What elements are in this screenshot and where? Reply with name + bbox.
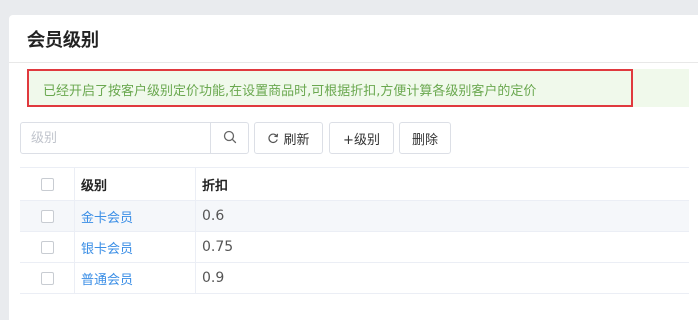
notice-text: 已经开启了按客户级别定价功能,在设置商品时,可根据折扣,方便计算各级别客户的定价: [43, 84, 537, 99]
discount-cell: 0.9: [202, 270, 225, 286]
row-checkbox[interactable]: [40, 209, 54, 223]
panel-header: 会员级别: [9, 15, 698, 63]
row-checkbox-cell: [20, 201, 75, 231]
discount-cell: 0.75: [202, 239, 234, 255]
refresh-icon: [267, 132, 279, 144]
row-checkbox[interactable]: [40, 240, 54, 254]
refresh-label: 刷新: [283, 132, 310, 148]
add-level-label: +级别: [343, 132, 380, 148]
refresh-button[interactable]: 刷新: [254, 122, 323, 154]
discount-cell: 0.6: [202, 208, 225, 224]
member-level-table: 级别 折扣 金卡会员 0.6 银卡会员 0.75 普通会员 0.9: [20, 167, 689, 294]
table-row: 普通会员 0.9: [20, 263, 689, 294]
level-cell: 银卡会员: [75, 232, 196, 262]
level-link[interactable]: 银卡会员: [81, 238, 133, 257]
row-checkbox-cell: [20, 232, 75, 262]
table-row: 银卡会员 0.75: [20, 232, 689, 263]
table-header-row: 级别 折扣: [20, 168, 689, 201]
search-box: [20, 122, 249, 154]
delete-label: 删除: [411, 132, 438, 148]
select-all-checkbox[interactable]: [40, 177, 54, 191]
table-row: 金卡会员 0.6: [20, 201, 689, 232]
delete-button[interactable]: 删除: [399, 122, 451, 154]
level-link[interactable]: 金卡会员: [81, 207, 133, 226]
row-checkbox-cell: [20, 263, 75, 293]
page-title: 会员级别: [27, 30, 99, 51]
column-header-level[interactable]: 级别: [75, 168, 196, 200]
level-cell: 普通会员: [75, 263, 196, 293]
header-checkbox-cell: [20, 168, 75, 200]
search-input[interactable]: [21, 123, 210, 153]
row-checkbox[interactable]: [40, 271, 54, 285]
level-link[interactable]: 普通会员: [81, 269, 133, 288]
search-icon: [223, 129, 237, 148]
level-cell: 金卡会员: [75, 201, 196, 231]
add-level-button[interactable]: +级别: [329, 122, 394, 154]
column-header-discount[interactable]: 折扣: [196, 168, 689, 200]
search-button[interactable]: [210, 123, 249, 153]
